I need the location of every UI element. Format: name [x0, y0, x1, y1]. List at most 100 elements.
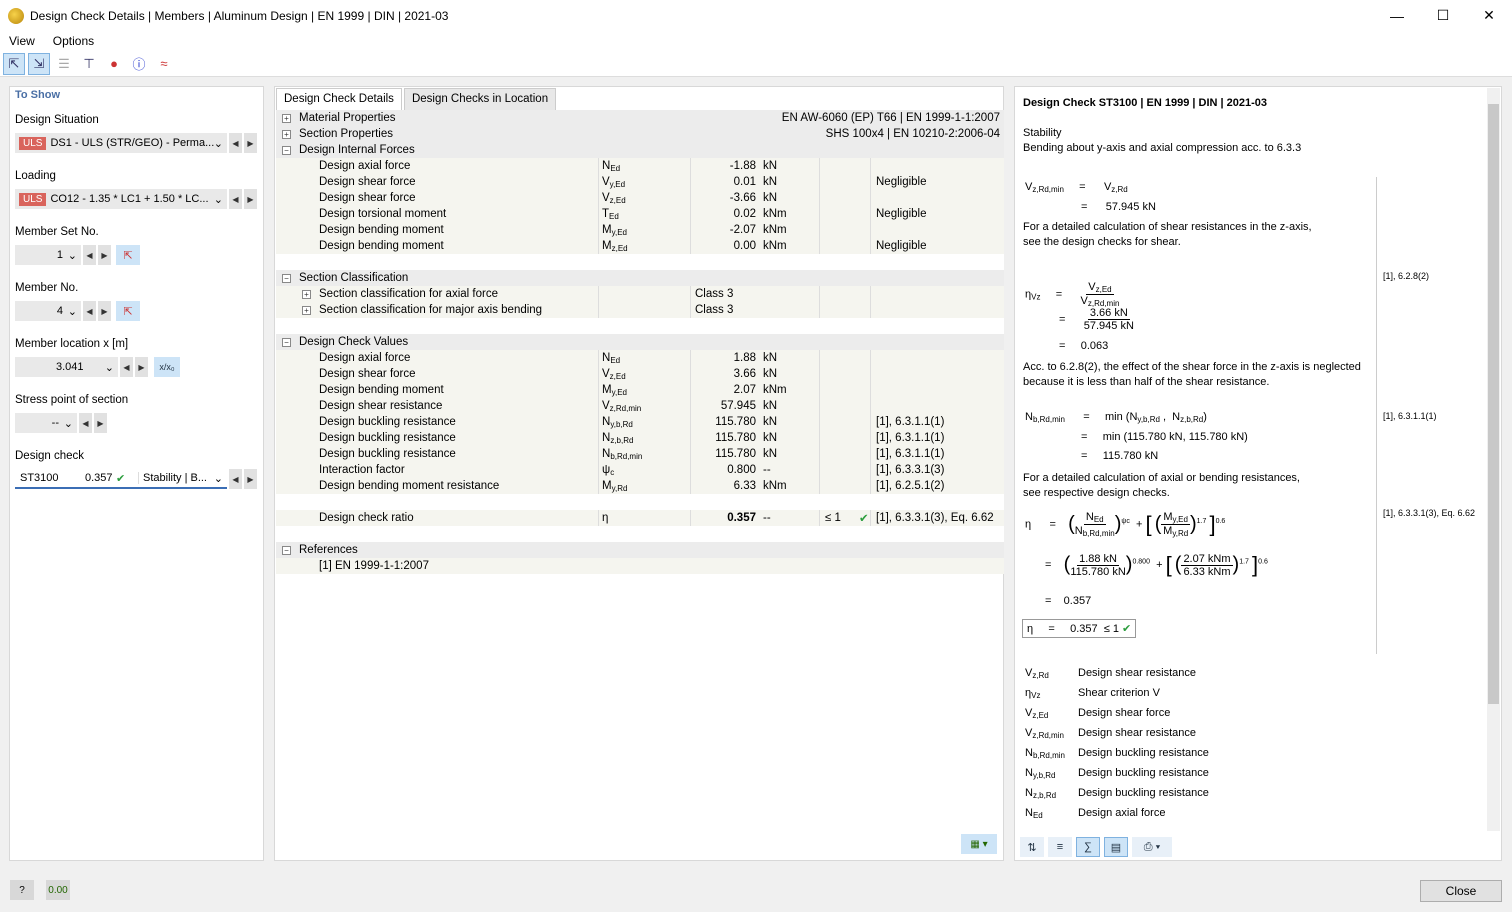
- prev-icon[interactable]: ◀: [83, 245, 96, 265]
- select-icon[interactable]: ⇱: [3, 52, 25, 75]
- item-symbol: Nb,Rd,min: [602, 448, 642, 461]
- menu-view[interactable]: View: [0, 34, 44, 48]
- check-value-row: Design buckling resistance Nz,b,Rd 115.780…: [276, 430, 1004, 446]
- item-name: Design axial force: [319, 160, 411, 172]
- next-icon[interactable]: ▶: [98, 301, 111, 321]
- column-divider: [870, 350, 871, 366]
- close-button[interactable]: Close: [1420, 880, 1502, 902]
- tab-design-checks-in-location[interactable]: Design Checks in Location: [403, 88, 557, 110]
- material-properties-group[interactable]: + Material Properties EN AW-6060 (EP) T66 …: [276, 110, 1004, 126]
- column-divider: [819, 382, 820, 398]
- member-no-select[interactable]: 4 ⌄: [15, 301, 81, 321]
- swap-icon[interactable]: ⇅: [1020, 837, 1044, 857]
- item-name: Design buckling resistance: [319, 448, 456, 460]
- column-divider: [598, 478, 599, 494]
- column-divider: [690, 174, 691, 190]
- tab-design-check-details[interactable]: Design Check Details: [276, 88, 402, 110]
- diagram-icon[interactable]: ≈: [153, 53, 175, 75]
- export-icon[interactable]: ▦ ▾: [961, 834, 997, 854]
- expand-icon[interactable]: +: [302, 289, 311, 299]
- decimals-icon[interactable]: 0.00: [46, 880, 70, 900]
- classification-row[interactable]: + Section classification for axial force C…: [276, 286, 1004, 302]
- expand-icon[interactable]: −: [282, 545, 291, 555]
- expand-icon[interactable]: −: [282, 273, 291, 283]
- design-situation-select[interactable]: ULS DS1 - ULS (STR/GEO) - Perma... ⌄: [15, 133, 227, 153]
- expand-icon[interactable]: +: [302, 305, 311, 315]
- expand-icon[interactable]: −: [282, 337, 291, 347]
- maximize-button[interactable]: ☐: [1420, 0, 1466, 31]
- column-divider: [598, 286, 599, 302]
- classification-row[interactable]: + Section classification for major axis b…: [276, 302, 1004, 318]
- symbol-sub: y,Ed: [609, 179, 626, 189]
- item-symbol: My,Rd: [602, 480, 627, 493]
- close-window-button[interactable]: ✕: [1466, 0, 1512, 31]
- prev-icon[interactable]: ◀: [83, 301, 96, 321]
- symbol-main: M: [602, 239, 612, 252]
- column-divider: [598, 510, 599, 526]
- expand-icon[interactable]: +: [282, 113, 291, 123]
- item-name: Design buckling resistance: [319, 416, 456, 428]
- item-value: 115.780: [715, 416, 756, 428]
- design-internal-forces-group[interactable]: − Design Internal Forces: [276, 142, 1004, 158]
- relative-location-button[interactable]: x/x₀: [154, 357, 180, 377]
- color-balls-icon[interactable]: ●: [103, 53, 125, 75]
- check-category: Stability: [1023, 127, 1062, 139]
- minimize-button[interactable]: —: [1374, 0, 1420, 31]
- location-select[interactable]: 3.041 ⌄: [15, 357, 118, 377]
- interaction-numeric: = (1.88 kN 115.780 kN)0.800 + [ (2.07 kNm…: [1045, 552, 1268, 578]
- next-icon[interactable]: ▶: [98, 245, 111, 265]
- item-value: 57.945: [720, 400, 756, 412]
- material-properties-value: EN AW-6060 (EP) T66 | EN 1999-1-1:2007: [781, 112, 1000, 124]
- section-properties-group[interactable]: + Section Properties SHS 100x4 | EN 10210-…: [276, 126, 1004, 142]
- design-internal-forces-label: Design Internal Forces: [299, 144, 415, 156]
- prev-icon[interactable]: ◀: [120, 357, 133, 377]
- next-icon[interactable]: ▶: [244, 189, 257, 209]
- scrollbar[interactable]: [1487, 88, 1500, 831]
- references-group[interactable]: − References: [276, 542, 1004, 558]
- next-icon[interactable]: ▶: [244, 469, 257, 489]
- member-icon[interactable]: ⊤: [78, 53, 100, 75]
- stress-point-select[interactable]: -- ⌄: [15, 413, 77, 433]
- item-unit: kN: [763, 416, 778, 428]
- list-icon[interactable]: ☰: [53, 53, 75, 75]
- info-icon[interactable]: ⓘ: [128, 53, 150, 75]
- prev-icon[interactable]: ◀: [229, 469, 242, 489]
- menu-options[interactable]: Options: [44, 34, 103, 48]
- prev-icon[interactable]: ◀: [229, 189, 242, 209]
- interaction-value: = 0.357: [1045, 595, 1092, 607]
- design-check-values-group[interactable]: − Design Check Values: [276, 334, 1004, 350]
- item-unit: kN: [763, 192, 778, 204]
- item-symbol: ψc: [602, 464, 614, 477]
- item-name: Interaction factor: [319, 464, 405, 476]
- next-icon[interactable]: ▶: [244, 133, 257, 153]
- check-value-row: Design bending moment My,Ed 2.07 kNm: [276, 382, 1004, 398]
- pick-member-set-icon[interactable]: ⇱: [116, 245, 140, 265]
- print-icon[interactable]: ⎙ ▾: [1132, 837, 1172, 857]
- member-set-select[interactable]: 1 ⌄: [15, 245, 81, 265]
- expand-icon[interactable]: −: [282, 145, 291, 155]
- prev-icon[interactable]: ◀: [79, 413, 92, 433]
- item-name: Design bending moment: [319, 224, 444, 236]
- legend-sym-main: N: [1025, 747, 1033, 759]
- item-value: -1.88: [729, 160, 756, 172]
- pick-member-icon[interactable]: ⇱: [116, 301, 140, 321]
- item-name: Design axial force: [319, 352, 411, 364]
- select-multi-icon[interactable]: ⇲: [28, 52, 50, 75]
- report-icon[interactable]: ▤: [1104, 837, 1128, 857]
- section-classification-group[interactable]: − Section Classification: [276, 270, 1004, 286]
- item-symbol: NEd: [602, 352, 620, 365]
- symbol-sub: y,Ed: [611, 387, 628, 397]
- legend-symbol: Vz,Ed: [1025, 707, 1048, 720]
- loading-select[interactable]: ULS CO12 - 1.35 * LC1 + 1.50 * LC... ⌄: [15, 189, 227, 209]
- next-icon[interactable]: ▶: [94, 413, 107, 433]
- formula-icon[interactable]: ∑: [1076, 837, 1100, 857]
- sort-icon[interactable]: ≡: [1048, 837, 1072, 857]
- design-check-select[interactable]: ST3100 0.357 ✔ Stability | B... ⌄: [15, 469, 227, 489]
- expand-icon[interactable]: +: [282, 129, 291, 139]
- column-divider: [870, 510, 871, 526]
- prev-icon[interactable]: ◀: [229, 133, 242, 153]
- next-icon[interactable]: ▶: [135, 357, 148, 377]
- references-label: References: [299, 544, 358, 556]
- column-divider: [690, 398, 691, 414]
- help-icon[interactable]: ?: [10, 880, 34, 900]
